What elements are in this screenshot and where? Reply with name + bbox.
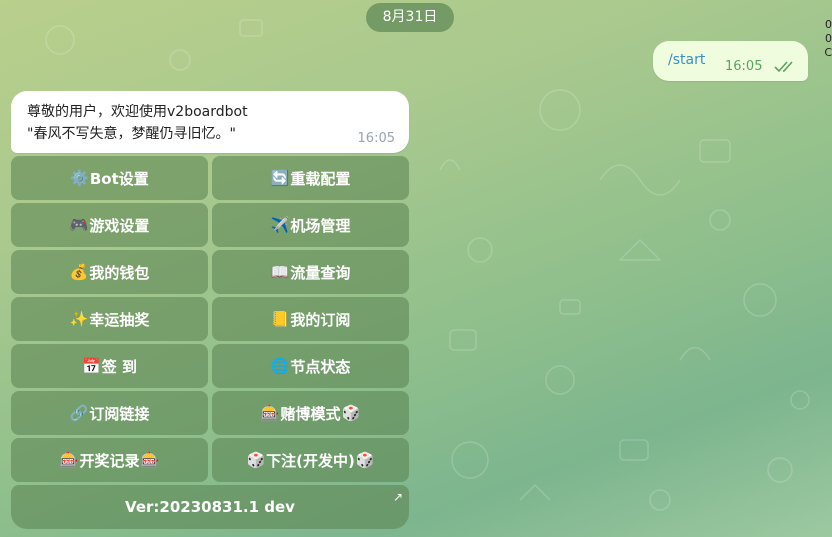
version-label: Ver:20230831.1 dev [125, 498, 295, 516]
button-label: 机场管理 [290, 216, 351, 235]
dice-icon: 🎲 [246, 451, 266, 469]
button-label: 签 到 [101, 357, 137, 376]
button-label: 幸运抽奖 [89, 310, 150, 329]
link-icon: 🔗 [69, 404, 89, 422]
button-label: 订阅链接 [89, 404, 150, 423]
button-label: 赌博模式 [280, 404, 341, 423]
incoming-message-time: 16:05 [357, 131, 395, 146]
calendar-icon: 📅 [82, 357, 101, 375]
dice-icon: 🎲 [355, 451, 375, 469]
edge-glyph: 0 [825, 32, 832, 45]
draw-records-button[interactable]: 🎰 开奖记录 🎰 [11, 438, 208, 482]
gamepad-icon: 🎮 [69, 216, 89, 234]
outgoing-message-time: 16:05 [725, 59, 763, 74]
node-status-button[interactable]: 🌐 节点状态 [212, 344, 409, 388]
button-label: 开奖记录 [79, 451, 140, 470]
book-icon: 📖 [270, 263, 290, 281]
button-label: 节点状态 [290, 357, 351, 376]
edge-glyph: 0 [825, 18, 832, 31]
my-subscription-button[interactable]: 📒 我的订阅 [212, 297, 409, 341]
money-bag-icon: 💰 [69, 263, 89, 281]
date-pill: 8月31日 [366, 3, 454, 32]
button-label: 流量查询 [290, 263, 351, 282]
airplane-icon: ✈️ [270, 216, 290, 234]
button-label: 重载配置 [290, 169, 351, 188]
dice-icon: 🎲 [341, 404, 361, 422]
game-settings-button[interactable]: 🎮 游戏设置 [11, 203, 208, 247]
place-bet-button[interactable]: 🎲 下注(开发中) 🎲 [212, 438, 409, 482]
slot-machine-icon: 🎰 [140, 451, 160, 469]
button-label: 下注(开发中) [266, 451, 355, 470]
reload-config-button[interactable]: 🔄 重载配置 [212, 156, 409, 200]
gear-icon: ⚙️ [70, 169, 89, 187]
traffic-query-button[interactable]: 📖 流量查询 [212, 250, 409, 294]
gambling-mode-button[interactable]: 🎰 赌博模式 🎲 [212, 391, 409, 435]
incoming-message[interactable]: 尊敬的用户，欢迎使用v2boardbot "春风不写失意，梦醒仍寻旧忆。" 16… [11, 91, 409, 153]
incoming-message-line-1: 尊敬的用户，欢迎使用v2boardbot [27, 104, 248, 120]
slot-machine-icon: 🎰 [59, 451, 79, 469]
airport-management-button[interactable]: ✈️ 机场管理 [212, 203, 409, 247]
button-label: 我的钱包 [89, 263, 150, 282]
outgoing-message[interactable]: /start 16:05 [653, 41, 808, 81]
button-label: 我的订阅 [290, 310, 351, 329]
edge-glyph: C [824, 46, 832, 59]
button-label: 游戏设置 [89, 216, 150, 235]
sparkles-icon: ✨ [69, 310, 89, 328]
bot-settings-button[interactable]: ⚙️ Bot设置 [11, 156, 208, 200]
double-check-icon [774, 61, 793, 73]
version-button[interactable]: Ver:20230831.1 dev ↗ [11, 485, 409, 529]
button-label: Bot设置 [89, 169, 149, 188]
globe-icon: 🌐 [270, 357, 290, 375]
refresh-icon: 🔄 [270, 169, 290, 187]
slot-machine-icon: 🎰 [260, 404, 280, 422]
external-link-icon: ↗ [392, 490, 403, 504]
outgoing-message-text: /start [668, 52, 706, 68]
my-wallet-button[interactable]: 💰 我的钱包 [11, 250, 208, 294]
notebook-icon: 📒 [270, 310, 290, 328]
check-in-button[interactable]: 📅 签 到 [11, 344, 208, 388]
lucky-draw-button[interactable]: ✨ 幸运抽奖 [11, 297, 208, 341]
subscription-link-button[interactable]: 🔗 订阅链接 [11, 391, 208, 435]
incoming-message-line-2: "春风不写失意，梦醒仍寻旧忆。" [27, 126, 236, 142]
